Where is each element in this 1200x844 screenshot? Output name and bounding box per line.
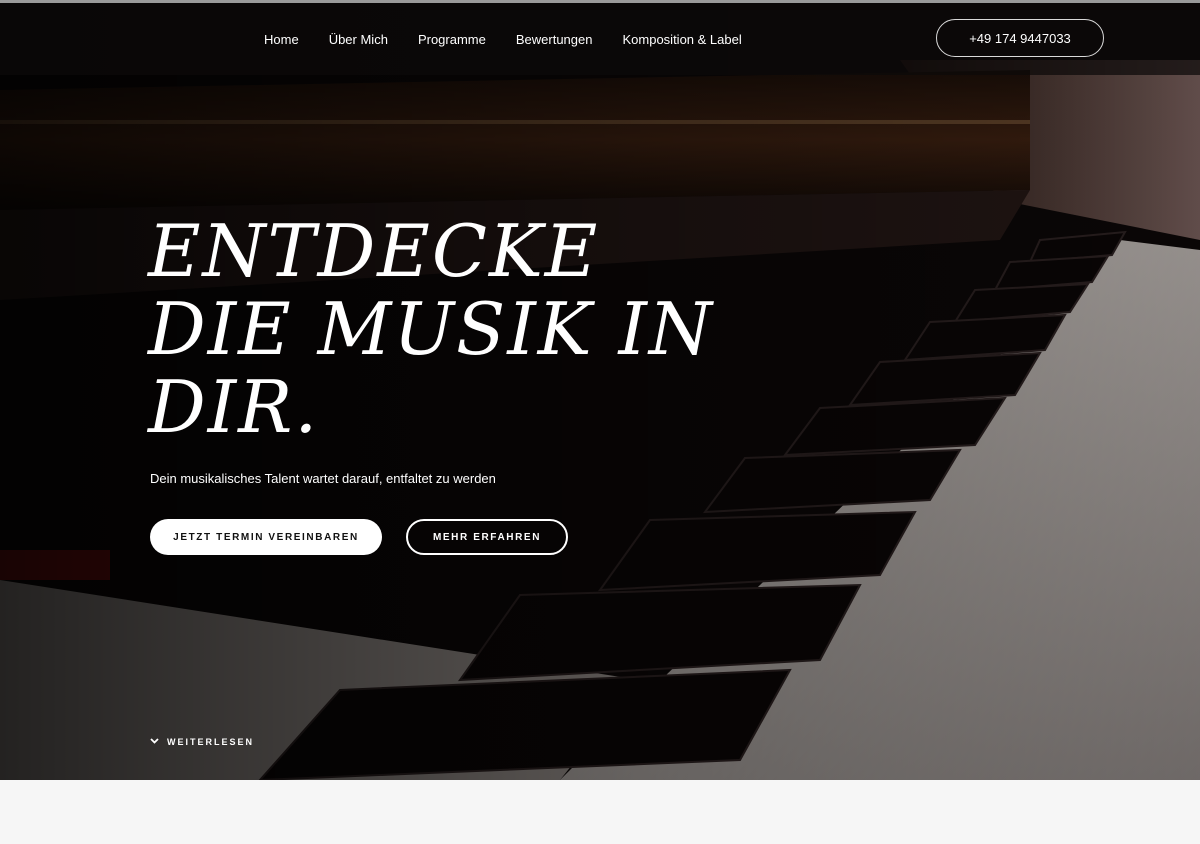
nav-links: Home Über Mich Programme Bewertungen Kom…: [264, 3, 772, 75]
nav-link-composition[interactable]: Komposition & Label: [622, 32, 741, 47]
learn-more-button[interactable]: MEHR ERFAHREN: [406, 519, 568, 555]
hero-headline: ENTDECKE DIE MUSIK IN DIR.: [148, 212, 714, 446]
book-appointment-button[interactable]: JETZT TERMIN VEREINBAREN: [150, 519, 382, 555]
read-more-link[interactable]: WEITERLESEN: [150, 736, 254, 747]
nav-link-programs[interactable]: Programme: [418, 32, 486, 47]
nav-link-reviews[interactable]: Bewertungen: [516, 32, 593, 47]
chevron-down-icon: [150, 736, 159, 747]
next-section: [0, 780, 1200, 844]
headline-line-2: DIE MUSIK IN: [148, 287, 714, 371]
nav-link-about[interactable]: Über Mich: [329, 32, 388, 47]
hero-subline: Dein musikalisches Talent wartet darauf,…: [150, 471, 496, 486]
read-more-label: WEITERLESEN: [167, 736, 255, 747]
phone-button[interactable]: +49 174 9447033: [936, 19, 1104, 57]
headline-line-3: DIR.: [148, 365, 320, 449]
main-navbar: Home Über Mich Programme Bewertungen Kom…: [0, 3, 1200, 75]
nav-link-home[interactable]: Home: [264, 32, 299, 47]
headline-line-1: ENTDECKE: [148, 209, 600, 293]
top-border: [0, 0, 1200, 3]
